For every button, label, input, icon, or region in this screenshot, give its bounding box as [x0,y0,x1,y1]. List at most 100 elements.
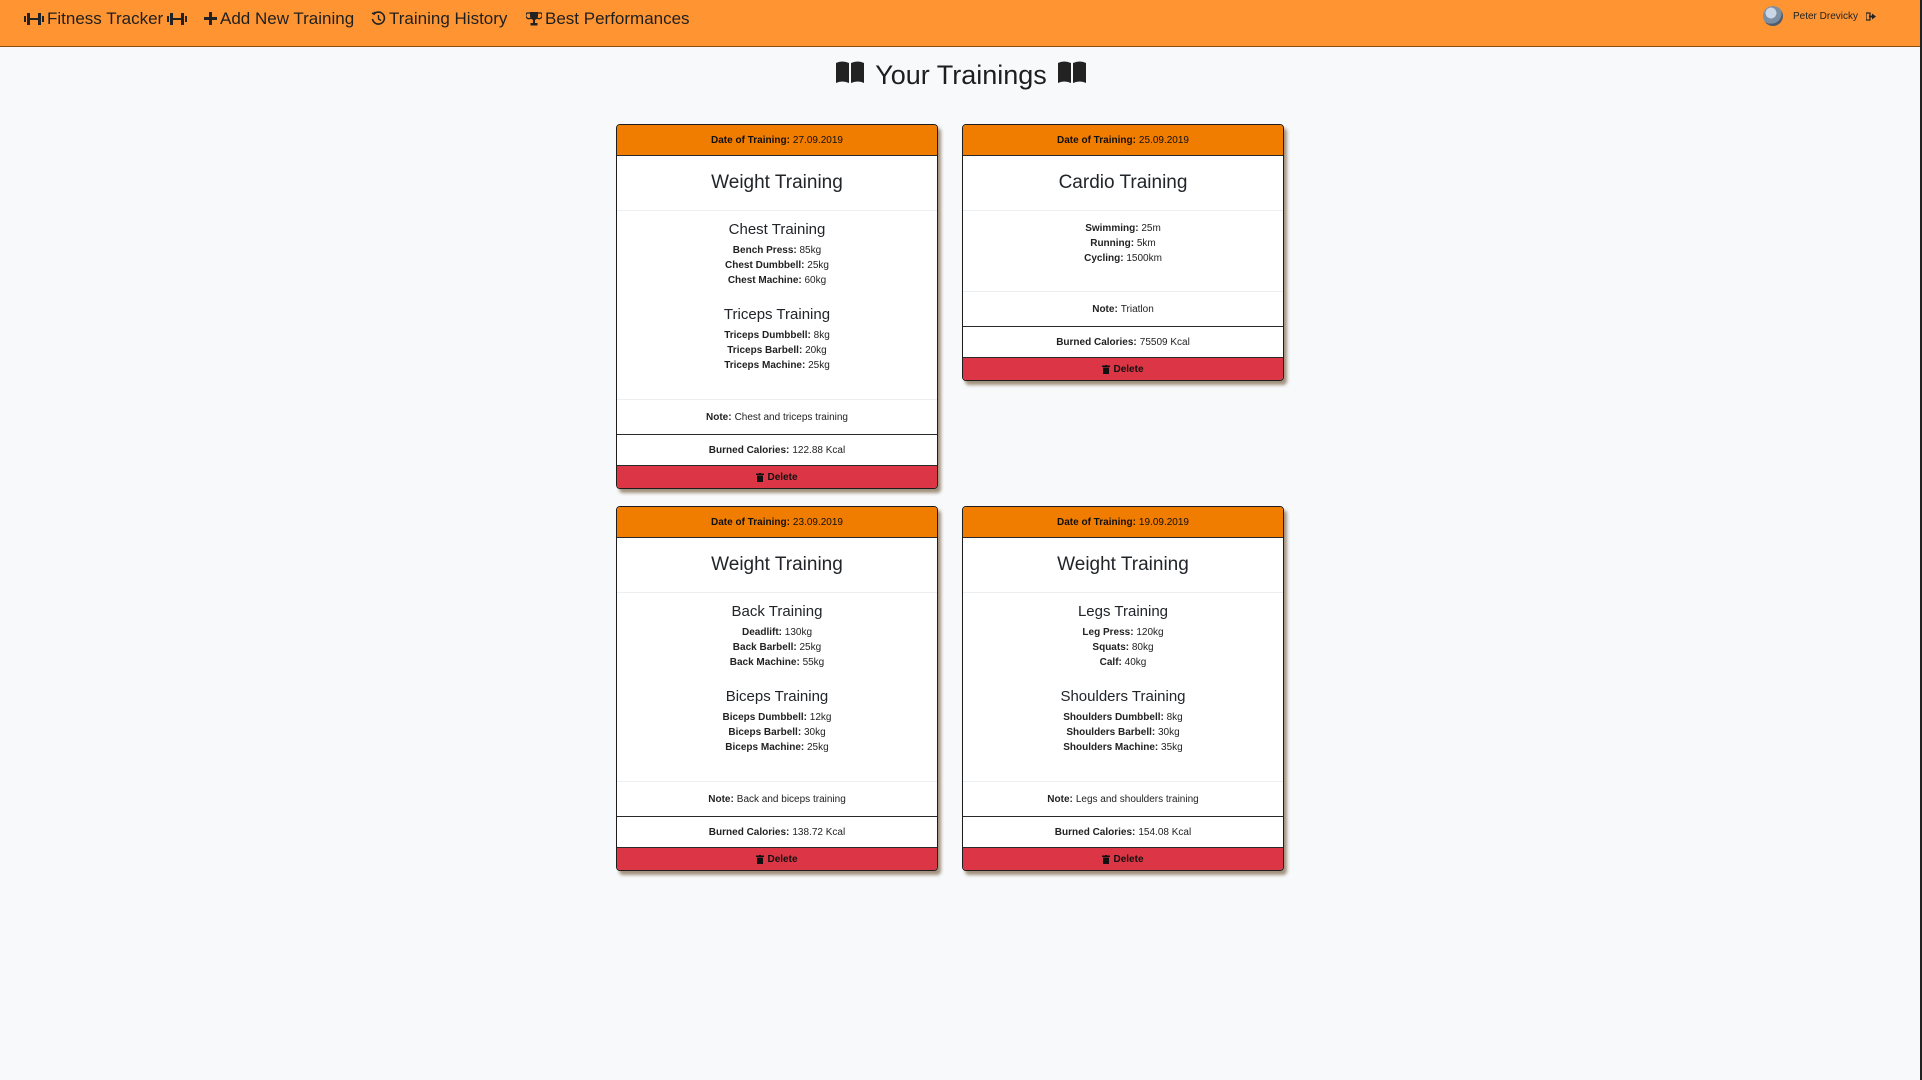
exercise-row: Running: 5km [963,236,1283,251]
date-label: Date of Training: [1057,516,1136,528]
exercise-row: Deadlift: 130kg [617,625,937,640]
training-card: Date of Training: 19.09.2019 Weight Trai… [962,506,1284,871]
nav-history-label: Training History [389,8,508,28]
exercise-group: Back Training Deadlift: 130kg Back Barbe… [617,603,937,670]
exercise-name: Chest Dumbbell: [725,260,805,271]
note-label: Note: [1047,793,1073,805]
nav-best-performances[interactable]: Best Performances [526,0,690,37]
date-value: 19.09.2019 [1138,516,1189,528]
delete-button[interactable]: Delete [963,847,1283,870]
exercise-row: Shoulders Dumbbell: 8kg [963,710,1283,725]
date-label: Date of Training: [711,134,790,146]
note-label: Note: [708,793,734,805]
delete-button[interactable]: Delete [617,847,937,870]
exercise-group: Triceps Training Triceps Dumbbell: 8kg T… [617,306,937,373]
note-value: Triatlon [1120,303,1154,315]
exercise-value: 20kg [805,345,827,356]
exercise-row: Back Machine: 55kg [617,655,937,670]
exercise-row: Chest Machine: 60kg [617,273,937,288]
group-title: Biceps Training [725,688,829,705]
note-value: Legs and shoulders training [1075,793,1199,805]
exercise-name: Triceps Barbell: [727,345,803,356]
nav-training-history[interactable]: Training History [371,0,507,37]
exercise-row: Biceps Dumbbell: 12kg [617,710,937,725]
exercise-row: Chest Dumbbell: 25kg [617,258,937,273]
card-note: Note: Chest and triceps training [617,399,937,434]
exercise-value: 5km [1136,238,1156,249]
exercise-row: Triceps Machine: 25kg [617,358,937,373]
user-menu[interactable]: Peter Drevicky [1762,0,1876,32]
date-value: 25.09.2019 [1138,134,1189,146]
card-date: Date of Training: 27.09.2019 [617,125,937,156]
calories-label: Burned Calories: [708,444,790,456]
exercise-value: 30kg [803,727,826,738]
training-card: Date of Training: 27.09.2019 Weight Trai… [616,124,938,489]
exercise-name: Biceps Barbell: [728,727,802,738]
group-title: Back Training [731,603,823,620]
exercise-value: 130kg [784,627,813,638]
training-card: Date of Training: 25.09.2019 Cardio Trai… [962,124,1284,381]
calories-value: 122.88 Kcal [792,444,846,456]
date-label: Date of Training: [711,516,790,528]
exercise-row: Shoulders Machine: 35kg [963,740,1283,755]
trash-icon [756,854,765,864]
date-label: Date of Training: [1057,134,1136,146]
nav-add-new-training[interactable]: Add New Training [204,0,354,37]
calories-label: Burned Calories: [1054,826,1136,838]
card-body: Swimming: 25m Running: 5km Cycling: 1500… [963,211,1283,291]
book-open-icon [835,60,865,91]
exercise-name: Shoulders Machine: [1063,742,1159,753]
training-type: Weight Training [617,538,937,593]
training-type: Weight Training [963,538,1283,593]
date-value: 23.09.2019 [792,516,843,528]
exercise-row: Swimming: 25m [963,221,1283,236]
card-calories: Burned Calories: 122.88 Kcal [617,434,937,465]
top-navbar: Fitness Tracker Add New Training Trainin… [0,0,1922,47]
group-title: Shoulders Training [1060,688,1186,705]
training-type: Cardio Training [963,156,1283,211]
card-date: Date of Training: 23.09.2019 [617,507,937,538]
exercise-row: Shoulders Barbell: 30kg [963,725,1283,740]
exercise-value: 25kg [808,360,830,371]
group-title: Chest Training [728,221,826,238]
delete-button[interactable]: Delete [963,357,1283,380]
exercise-value: 55kg [802,657,825,668]
trash-icon [756,472,765,482]
card-date: Date of Training: 25.09.2019 [963,125,1283,156]
exercise-name: Squats: [1092,642,1130,653]
exercise-value: 80kg [1131,642,1154,653]
delete-label: Delete [1113,853,1144,865]
exercise-row: Biceps Barbell: 30kg [617,725,937,740]
delete-button[interactable]: Delete [617,465,937,488]
brand-label: Fitness Tracker [47,8,164,28]
card-calories: Burned Calories: 75509 Kcal [963,326,1283,357]
exercise-row: Back Barbell: 25kg [617,640,937,655]
exercise-name: Triceps Machine: [724,360,806,371]
delete-label: Delete [767,471,798,483]
exercise-name: Biceps Dumbbell: [722,712,807,723]
card-calories: Burned Calories: 138.72 Kcal [617,816,937,847]
exercise-row: Biceps Machine: 25kg [617,740,937,755]
book-open-icon [1057,60,1087,91]
training-type: Weight Training [617,156,937,211]
exercise-value: 120kg [1136,627,1164,638]
exercise-name: Biceps Machine: [725,742,805,753]
note-value: Chest and triceps training [734,411,848,423]
exercise-name: Triceps Dumbbell: [724,330,811,341]
exercise-name: Chest Machine: [727,275,802,286]
card-note: Note: Legs and shoulders training [963,781,1283,816]
logout-icon[interactable] [1866,11,1876,21]
exercise-value: 8kg [813,330,830,341]
exercise-group: Legs Training Leg Press: 120kg Squats: 8… [963,603,1283,670]
card-date: Date of Training: 19.09.2019 [963,507,1283,538]
exercise-value: 35kg [1161,742,1183,753]
dumbbell-icon [167,12,188,26]
exercise-name: Shoulders Barbell: [1066,727,1156,738]
exercise-value: 25kg [807,260,829,271]
trash-icon [1102,854,1111,864]
avatar [1762,6,1783,26]
exercise-group: Biceps Training Biceps Dumbbell: 12kg Bi… [617,688,937,755]
brand-link[interactable]: Fitness Tracker [24,0,190,37]
user-name: Peter Drevicky [1792,10,1858,22]
plus-icon [204,12,217,25]
